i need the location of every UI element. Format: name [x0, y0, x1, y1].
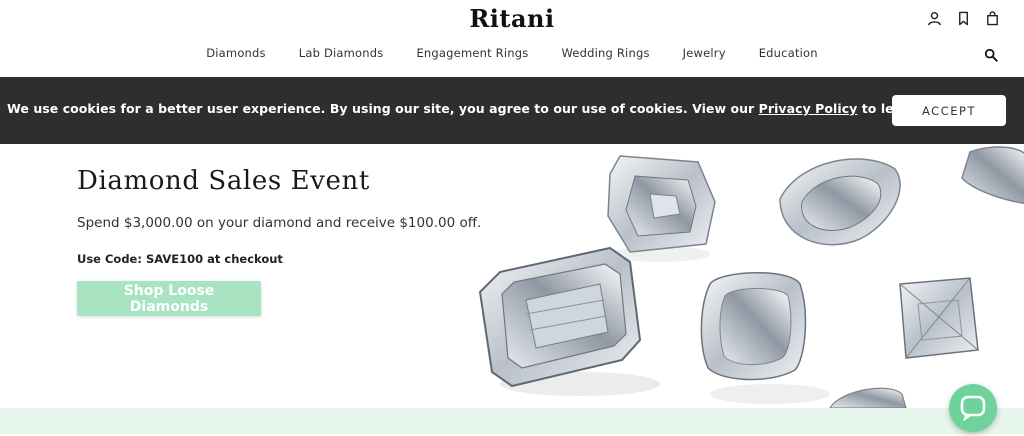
- diamonds-image: [478, 146, 1024, 408]
- hero-subtitle: Spend $3,000.00 on your diamond and rece…: [77, 215, 482, 231]
- diamond-partial-right: [961, 146, 1024, 204]
- diamond-pear: [779, 158, 901, 246]
- site-header: Ritani Diamonds Lab Diamonds Engagement …: [0, 0, 1024, 77]
- search-icon[interactable]: [984, 48, 998, 62]
- shop-loose-diamonds-button[interactable]: Shop Loose Diamonds: [77, 281, 261, 316]
- nav-wedding-rings[interactable]: Wedding Rings: [561, 46, 649, 60]
- nav-lab-diamonds[interactable]: Lab Diamonds: [299, 46, 384, 60]
- promo-band: [0, 408, 1024, 434]
- nav-engagement-rings[interactable]: Engagement Rings: [416, 46, 528, 60]
- hero-section: Diamond Sales Event Spend $3,000.00 on y…: [0, 144, 1024, 408]
- chat-bubble-icon: [960, 395, 986, 421]
- hero-title: Diamond Sales Event: [77, 166, 370, 196]
- bag-icon[interactable]: [985, 10, 1000, 27]
- nav-jewelry[interactable]: Jewelry: [683, 46, 726, 60]
- header-icons: [927, 10, 1000, 27]
- promo-code: Use Code: SAVE100 at checkout: [77, 252, 283, 266]
- main-nav: Diamonds Lab Diamonds Engagement Rings W…: [0, 46, 1024, 60]
- privacy-policy-link[interactable]: Privacy Policy: [759, 101, 858, 116]
- brand-logo[interactable]: Ritani: [0, 4, 1024, 33]
- diamond-asscher: [607, 155, 716, 253]
- chat-button[interactable]: [949, 384, 997, 432]
- cookie-text-before: We use cookies for a better user experie…: [7, 101, 759, 116]
- bookmark-icon[interactable]: [956, 10, 971, 27]
- nav-education[interactable]: Education: [759, 46, 818, 60]
- diamond-partial-bottom: [829, 387, 907, 408]
- accept-cookies-button[interactable]: ACCEPT: [892, 95, 1006, 126]
- diamond-princess: [899, 277, 979, 359]
- diamond-emerald: [478, 246, 642, 388]
- cookie-banner: We use cookies for a better user experie…: [0, 77, 1024, 144]
- nav-diamonds[interactable]: Diamonds: [206, 46, 266, 60]
- account-icon[interactable]: [927, 10, 942, 27]
- diamond-cushion: [700, 272, 807, 381]
- cookie-message: We use cookies for a better user experie…: [7, 101, 963, 116]
